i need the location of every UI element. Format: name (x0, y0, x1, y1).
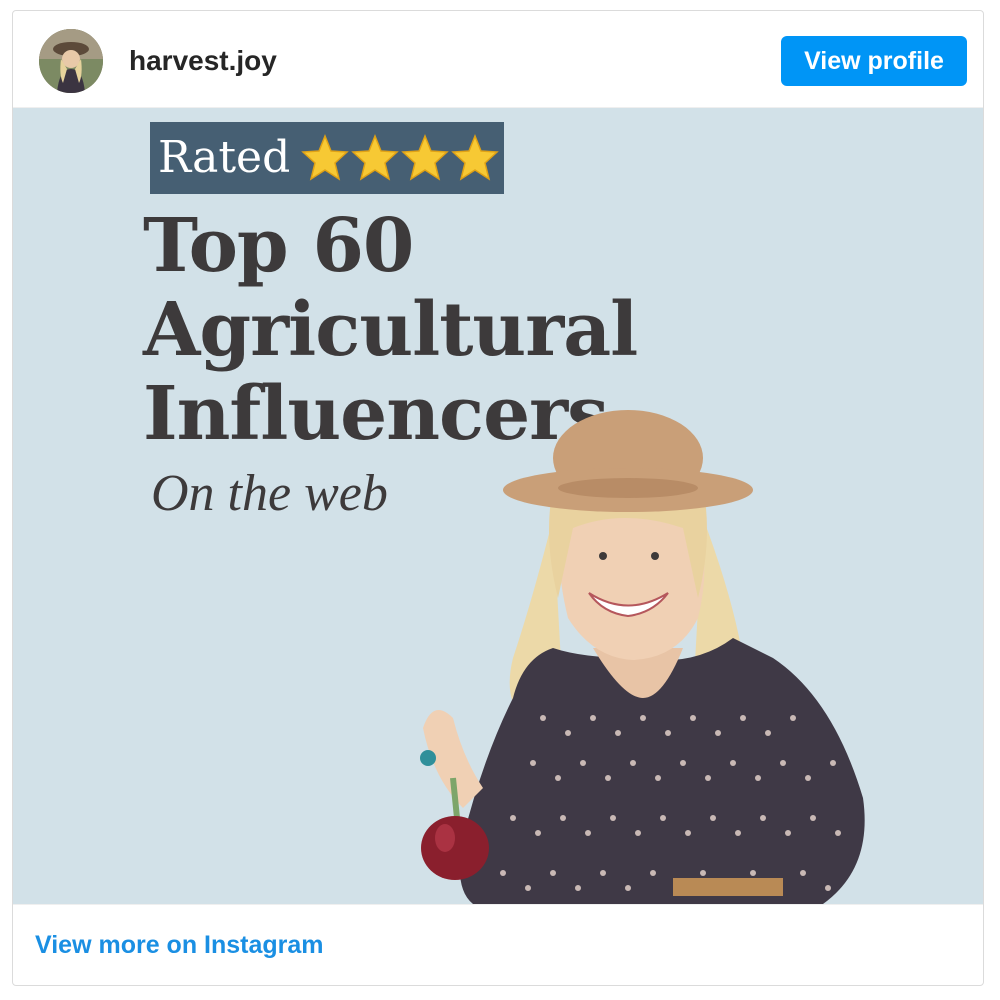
rating-badge: Rated (150, 122, 504, 194)
subheadline: On the web (151, 465, 388, 522)
star-icon (301, 133, 350, 181)
view-more-link[interactable]: View more on Instagram (35, 931, 324, 960)
headline-line: Top 60 (143, 203, 414, 289)
avatar-photo (39, 29, 103, 93)
view-profile-button[interactable]: View profile (781, 36, 967, 86)
star-icon (401, 133, 450, 181)
post-header: harvest.joy View profile (13, 11, 983, 108)
star-rating (300, 133, 500, 183)
post-image[interactable]: Rated Top 60 Agricultural Influencers On… (13, 108, 983, 904)
headline-line: Agricultural (143, 287, 638, 373)
post-footer: View more on Instagram (13, 904, 983, 985)
instagram-embed-card: harvest.joy View profile Rated Top 60 Ag… (12, 10, 984, 986)
woman-with-onion-illustration (420, 410, 865, 904)
star-icon (451, 133, 500, 181)
star-icon (351, 133, 400, 181)
profile-avatar[interactable] (39, 29, 103, 93)
username[interactable]: harvest.joy (129, 44, 277, 78)
rating-label: Rated (158, 132, 291, 183)
